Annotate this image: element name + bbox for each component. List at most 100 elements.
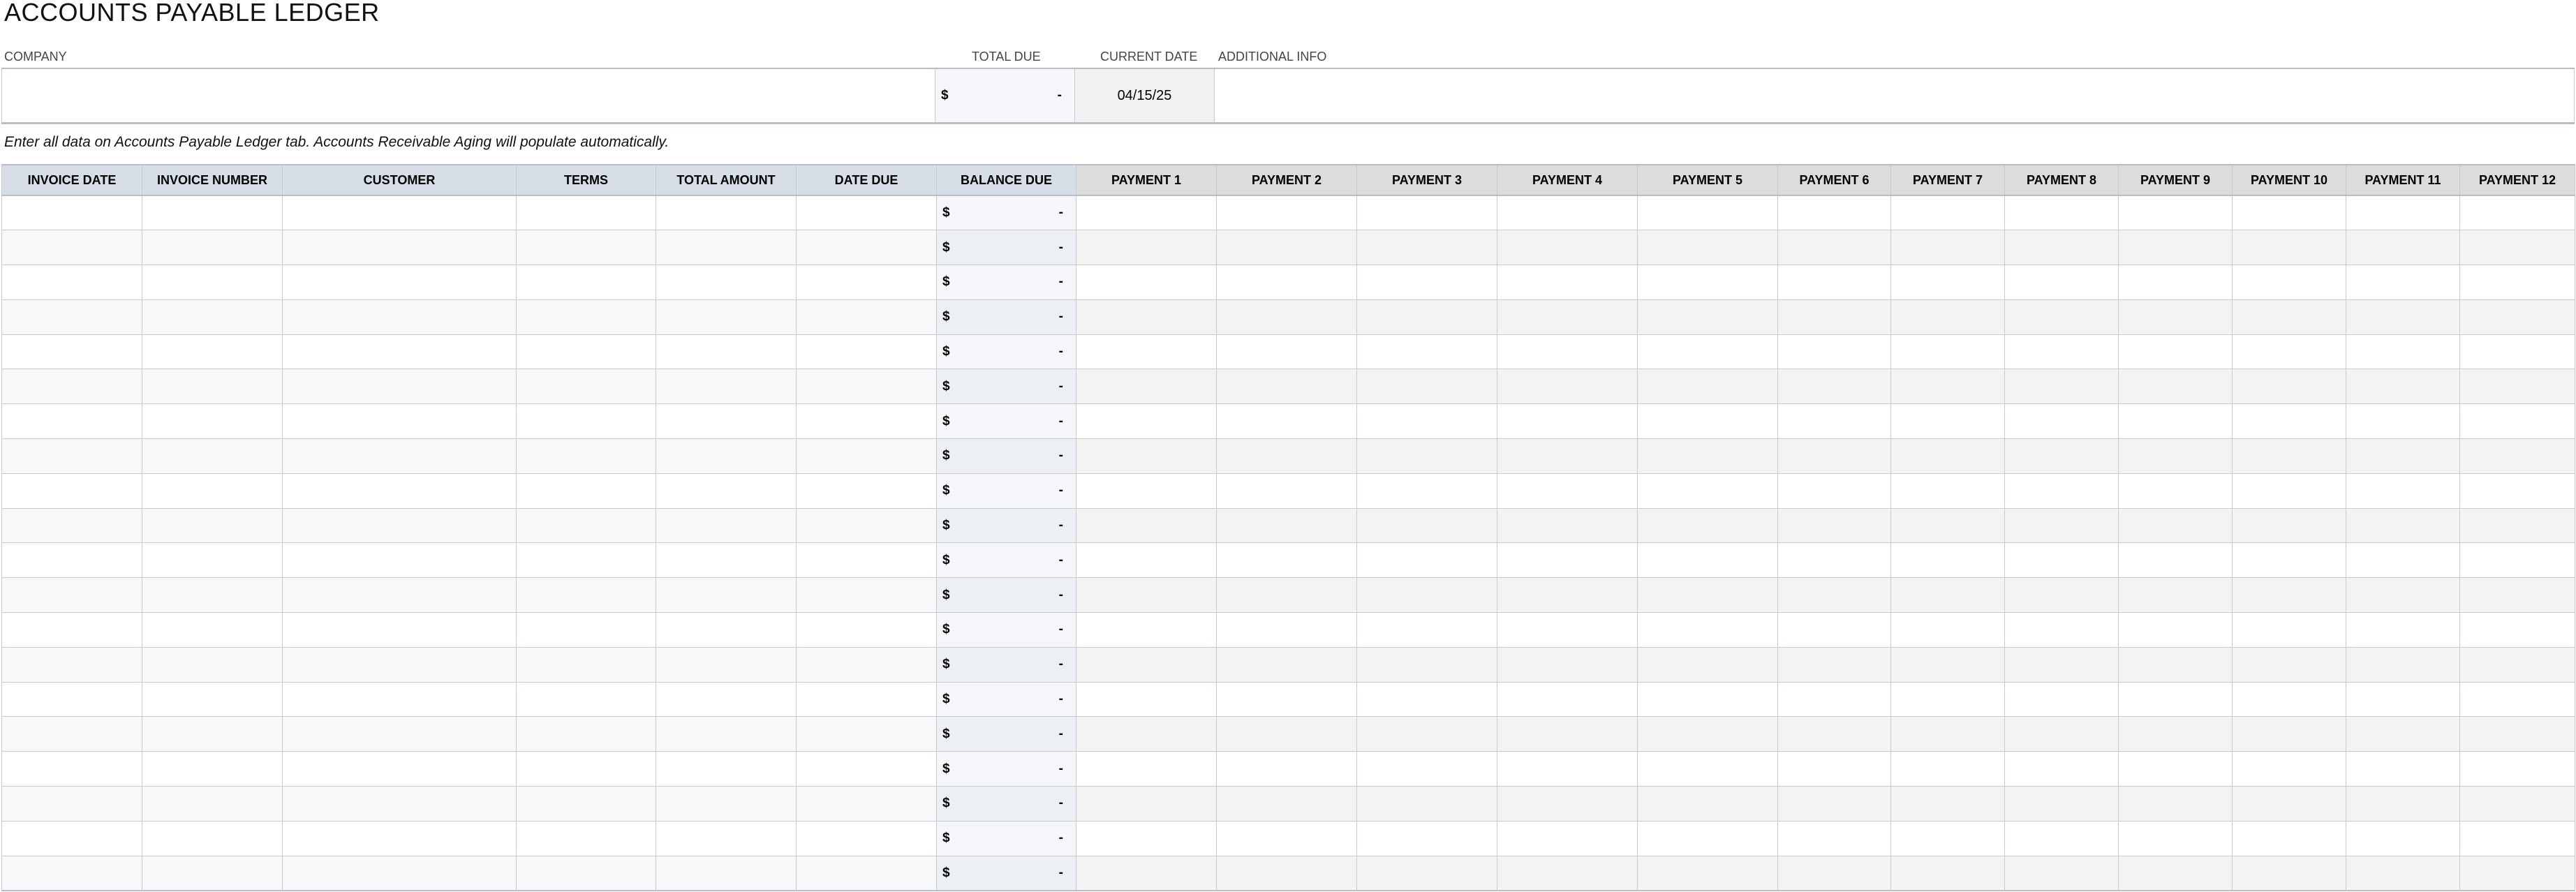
table-cell[interactable]: [1637, 612, 1778, 648]
column-header[interactable]: TERMS: [516, 164, 656, 196]
table-cell[interactable]: [1497, 195, 1638, 231]
table-cell[interactable]: [1777, 855, 1891, 891]
table-cell[interactable]: [1637, 334, 1778, 370]
table-cell[interactable]: [1356, 751, 1497, 787]
table-cell[interactable]: [2459, 265, 2575, 300]
table-cell[interactable]: [1216, 438, 1357, 474]
table-cell[interactable]: [2346, 855, 2460, 891]
table-cell[interactable]: [796, 577, 937, 614]
table-cell[interactable]: [142, 473, 283, 509]
table-cell[interactable]: [1890, 751, 2005, 787]
table-cell[interactable]: [656, 195, 797, 231]
table-cell[interactable]: [2004, 751, 2119, 787]
table-cell[interactable]: [1497, 369, 1638, 405]
total-due-field[interactable]: $ -: [935, 69, 1074, 122]
table-cell[interactable]: [1637, 542, 1778, 579]
table-cell[interactable]: [2118, 369, 2233, 405]
table-cell[interactable]: [1777, 473, 1891, 509]
table-cell[interactable]: [1637, 195, 1778, 231]
table-cell[interactable]: [1890, 299, 2005, 335]
table-cell[interactable]: [1356, 403, 1497, 440]
column-header[interactable]: PAYMENT 9: [2118, 164, 2233, 196]
table-cell[interactable]: [1637, 646, 1778, 683]
column-header[interactable]: INVOICE DATE: [1, 164, 142, 196]
table-cell[interactable]: [1890, 612, 2005, 648]
table-cell[interactable]: [2004, 646, 2119, 683]
table-cell[interactable]: [1637, 855, 1778, 891]
balance-due-cell[interactable]: $ -: [936, 265, 1076, 300]
table-cell[interactable]: [1497, 403, 1638, 440]
table-cell[interactable]: [1777, 403, 1891, 440]
balance-due-cell[interactable]: $ -: [936, 716, 1076, 752]
table-cell[interactable]: [2118, 786, 2233, 822]
table-cell[interactable]: [1497, 786, 1638, 822]
table-cell[interactable]: [1, 681, 142, 718]
table-cell[interactable]: [1356, 334, 1497, 370]
table-cell[interactable]: [2346, 612, 2460, 648]
table-cell[interactable]: [2232, 265, 2346, 300]
balance-due-cell[interactable]: $ -: [936, 334, 1076, 370]
table-cell[interactable]: [1637, 716, 1778, 752]
table-cell[interactable]: [796, 265, 937, 300]
table-cell[interactable]: [142, 786, 283, 822]
table-cell[interactable]: [1777, 577, 1891, 614]
table-cell[interactable]: [796, 751, 937, 787]
table-cell[interactable]: [2459, 612, 2575, 648]
table-cell[interactable]: [516, 786, 656, 822]
table-cell[interactable]: [796, 299, 937, 335]
table-cell[interactable]: [656, 716, 797, 752]
table-cell[interactable]: [516, 681, 656, 718]
table-cell[interactable]: [1890, 230, 2005, 266]
table-cell[interactable]: [1777, 716, 1891, 752]
table-cell[interactable]: [656, 334, 797, 370]
balance-due-cell[interactable]: $ -: [936, 299, 1076, 335]
table-cell[interactable]: [142, 195, 283, 231]
table-cell[interactable]: [142, 681, 283, 718]
table-cell[interactable]: [1356, 820, 1497, 856]
column-header[interactable]: PAYMENT 6: [1777, 164, 1891, 196]
table-cell[interactable]: [1216, 577, 1357, 614]
table-cell[interactable]: [2118, 473, 2233, 509]
table-cell[interactable]: [1, 369, 142, 405]
table-cell[interactable]: [1076, 473, 1217, 509]
table-cell[interactable]: [282, 403, 517, 440]
table-cell[interactable]: [1356, 542, 1497, 579]
table-cell[interactable]: [2118, 855, 2233, 891]
table-cell[interactable]: [2232, 473, 2346, 509]
table-cell[interactable]: [656, 751, 797, 787]
table-cell[interactable]: [1777, 230, 1891, 266]
column-header[interactable]: CUSTOMER: [282, 164, 517, 196]
table-cell[interactable]: [516, 473, 656, 509]
table-cell[interactable]: [1076, 542, 1217, 579]
table-cell[interactable]: [1497, 473, 1638, 509]
balance-due-cell[interactable]: $ -: [936, 230, 1076, 266]
table-cell[interactable]: [282, 751, 517, 787]
table-cell[interactable]: [1890, 369, 2005, 405]
table-cell[interactable]: [142, 577, 283, 614]
table-cell[interactable]: [2004, 230, 2119, 266]
table-cell[interactable]: [1356, 577, 1497, 614]
table-cell[interactable]: [1, 438, 142, 474]
table-cell[interactable]: [1216, 195, 1357, 231]
table-cell[interactable]: [796, 230, 937, 266]
table-cell[interactable]: [1777, 820, 1891, 856]
table-cell[interactable]: [2459, 334, 2575, 370]
table-cell[interactable]: [656, 265, 797, 300]
table-cell[interactable]: [1890, 577, 2005, 614]
table-cell[interactable]: [2459, 230, 2575, 266]
table-cell[interactable]: [142, 438, 283, 474]
table-cell[interactable]: [282, 438, 517, 474]
table-cell[interactable]: [282, 716, 517, 752]
table-cell[interactable]: [2346, 577, 2460, 614]
balance-due-cell[interactable]: $ -: [936, 507, 1076, 544]
table-cell[interactable]: [1497, 265, 1638, 300]
table-cell[interactable]: [1890, 681, 2005, 718]
table-cell[interactable]: [796, 855, 937, 891]
table-cell[interactable]: [1076, 751, 1217, 787]
table-cell[interactable]: [1890, 820, 2005, 856]
table-cell[interactable]: [2346, 751, 2460, 787]
table-cell[interactable]: [2004, 473, 2119, 509]
table-cell[interactable]: [1777, 646, 1891, 683]
table-cell[interactable]: [2004, 265, 2119, 300]
table-cell[interactable]: [2004, 334, 2119, 370]
